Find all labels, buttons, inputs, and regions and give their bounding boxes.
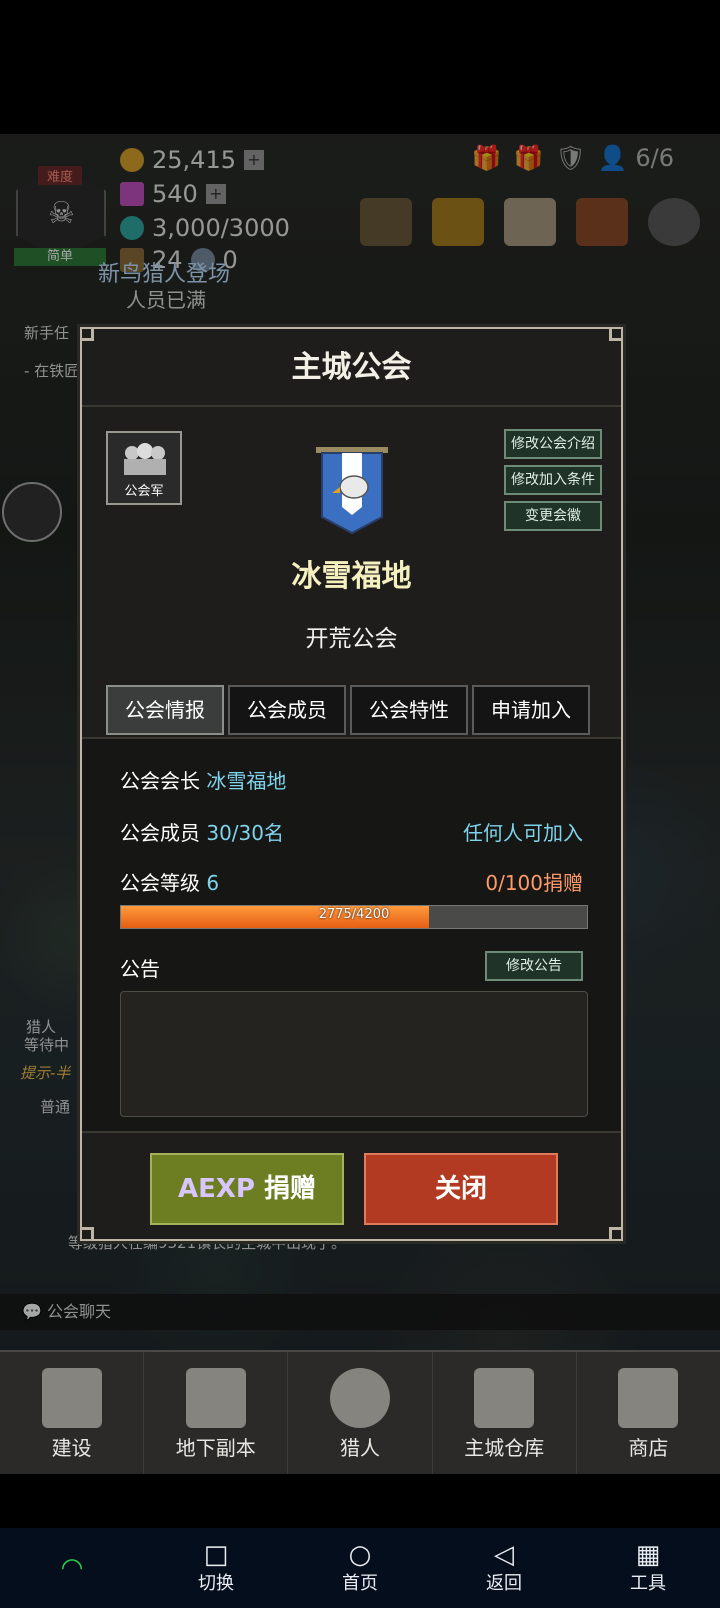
leader-value: 冰雪福地 [206,769,287,793]
sys-back-button[interactable]: ◁ 返回 [432,1541,576,1595]
tab-guild-members[interactable]: 公会成员 [228,685,346,735]
bottom-nav: 建设 地下副本 猎人 主城仓库 商店 [0,1350,720,1474]
tab-apply-join[interactable]: 申请加入 [472,685,590,735]
chest-icon [474,1368,535,1428]
nav-label: 建设 [51,1436,92,1460]
shop-icon [618,1368,679,1428]
sys-tools-button[interactable]: ▦ 工具 [576,1541,720,1595]
notice-box [120,991,588,1117]
tab-guild-traits[interactable]: 公会特性 [350,685,468,735]
edit-join-condition-button[interactable]: 修改加入条件 [504,465,602,495]
grid-icon: ▦ [635,1540,661,1570]
members-value: 30/30名 [206,821,284,845]
guild-banner-icon [316,447,388,535]
nav-label: 商店 [628,1436,669,1460]
corner-deco [609,1227,623,1241]
army-icon [124,443,166,475]
members-label: 公会成员 [120,821,200,845]
hammer-icon [41,1368,102,1428]
guild-exp-bar: 2775/4200 [120,905,588,929]
level-row: 公会等级 6 [120,867,219,896]
panel-title: 主城公会 [82,329,621,407]
guild-type: 开荒公会 [305,626,398,652]
nav-hunter[interactable]: 猎人 [288,1352,433,1474]
army-label: 公会军 [124,484,164,499]
sys-home-button[interactable]: ○ 首页 [288,1541,432,1595]
circle-icon: ○ [348,1540,372,1570]
wifi-icon: ◠ [60,1553,84,1583]
nav-label: 主城仓库 [464,1436,545,1460]
edit-notice-button[interactable]: 修改公告 [485,951,583,981]
sys-switch-button[interactable]: □ 切换 [144,1541,288,1595]
guild-tabs: 公会情报 公会成员 公会特性 申请加入 [106,685,590,735]
guild-army-button[interactable]: 公会军 [106,431,182,505]
tab-guild-info[interactable]: 公会情报 [106,685,224,735]
donation-count: 0/100捐赠 [485,871,583,895]
notice-label: 公告 [120,957,160,981]
change-emblem-button[interactable]: 变更会徽 [504,501,602,531]
donate-label: 捐赠 [264,1174,317,1204]
triangle-back-icon: ◁ [494,1540,514,1570]
guild-panel: 主城公会 公会军 冰雪福地 开荒公会 修改公会介绍 修改加入条件 变更会徽 公会… [80,327,623,1241]
dungeon-gate-icon [185,1368,246,1428]
members-row: 公会成员 30/30名 [120,817,284,846]
donate-prefix: AEXP [177,1174,255,1204]
sys-label: 工具 [630,1573,666,1594]
sys-label: 返回 [486,1573,522,1594]
nav-build[interactable]: 建设 [0,1352,145,1474]
wifi-status: ◠ [0,1554,144,1582]
close-button[interactable]: 关闭 [364,1153,558,1225]
corner-deco [80,1227,94,1241]
leader-label: 公会会长 [120,769,200,793]
guild-exp-text: 2775/4200 [318,907,390,922]
square-icon: □ [203,1540,229,1570]
level-value: 6 [206,871,220,895]
level-label: 公会等级 [120,871,200,895]
guild-name: 冰雪福地 [291,559,412,594]
sys-label: 首页 [342,1573,378,1594]
nav-warehouse[interactable]: 主城仓库 [433,1352,577,1474]
guild-info-section: 公会会长 冰雪福地 公会成员 30/30名 任何人可加入 公会等级 6 0/10… [82,737,621,1133]
hunter-icon [330,1368,390,1428]
nav-shop[interactable]: 商店 [577,1352,720,1474]
sys-label: 切换 [198,1573,234,1594]
donate-button[interactable]: AEXP 捐赠 [150,1153,344,1225]
join-policy: 任何人可加入 [463,821,583,845]
nav-label: 地下副本 [175,1436,256,1460]
nav-dungeon[interactable]: 地下副本 [144,1352,289,1474]
leader-row: 公会会长 冰雪福地 [120,765,286,794]
nav-label: 猎人 [340,1436,380,1460]
edit-intro-button[interactable]: 修改公会介绍 [504,429,602,459]
system-nav-bar: ◠ □ 切换 ○ 首页 ◁ 返回 ▦ 工具 [0,1528,720,1608]
